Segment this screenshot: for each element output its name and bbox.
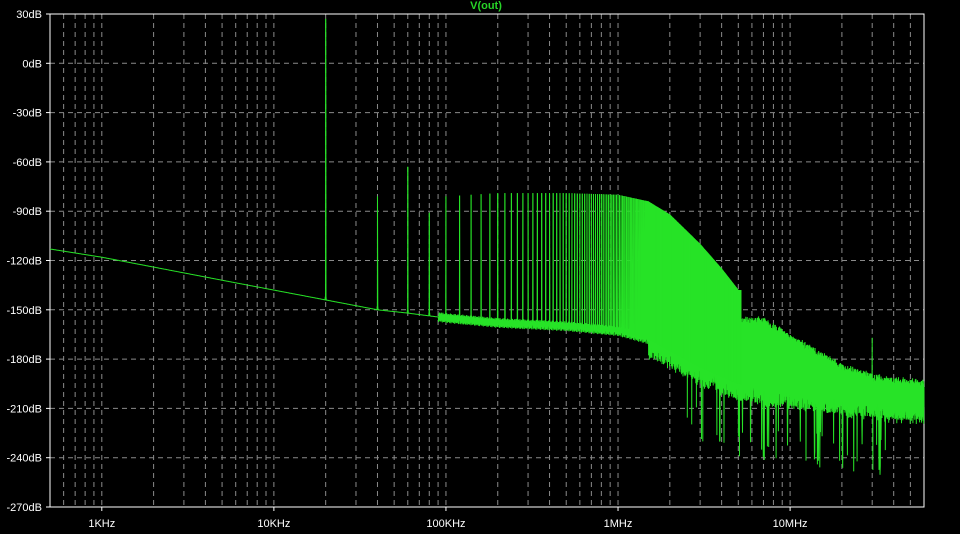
y-tick-label: -90dB — [13, 206, 42, 218]
v-out-line — [50, 18, 925, 475]
x-axis: 1KHz 10KHz 100KHz 1MHz 10MHz — [88, 507, 808, 530]
x-tick-label: 100KHz — [426, 518, 465, 530]
x-tick-label: 1MHz — [604, 518, 633, 530]
x-tick-label: 1KHz — [88, 518, 115, 530]
y-tick-label: -270dB — [7, 502, 42, 514]
y-tick-label: -30dB — [13, 108, 42, 120]
y-tick-label: 30dB — [16, 9, 42, 21]
x-tick-label: 10MHz — [773, 518, 808, 530]
y-tick-label: -240dB — [7, 453, 42, 465]
grid — [49, 13, 925, 508]
y-tick-label: -210dB — [7, 403, 42, 415]
y-tick-label: -150dB — [7, 305, 42, 317]
y-axis: 30dB 0dB -30dB -60dB -90dB -120dB -150dB -180dB… — [7, 9, 50, 514]
y-tick-label: -120dB — [7, 256, 42, 268]
y-tick-label: -180dB — [7, 354, 42, 366]
x-tick-label: 10KHz — [257, 518, 290, 530]
y-tick-label: -60dB — [13, 157, 42, 169]
y-tick-label: 0dB — [22, 58, 42, 70]
spectrum-chart: 30dB 0dB -30dB -60dB -90dB -120dB -150dB -180dB… — [7, 0, 925, 530]
chart-title: V(out) — [470, 0, 502, 12]
v-out-trace — [50, 18, 925, 475]
